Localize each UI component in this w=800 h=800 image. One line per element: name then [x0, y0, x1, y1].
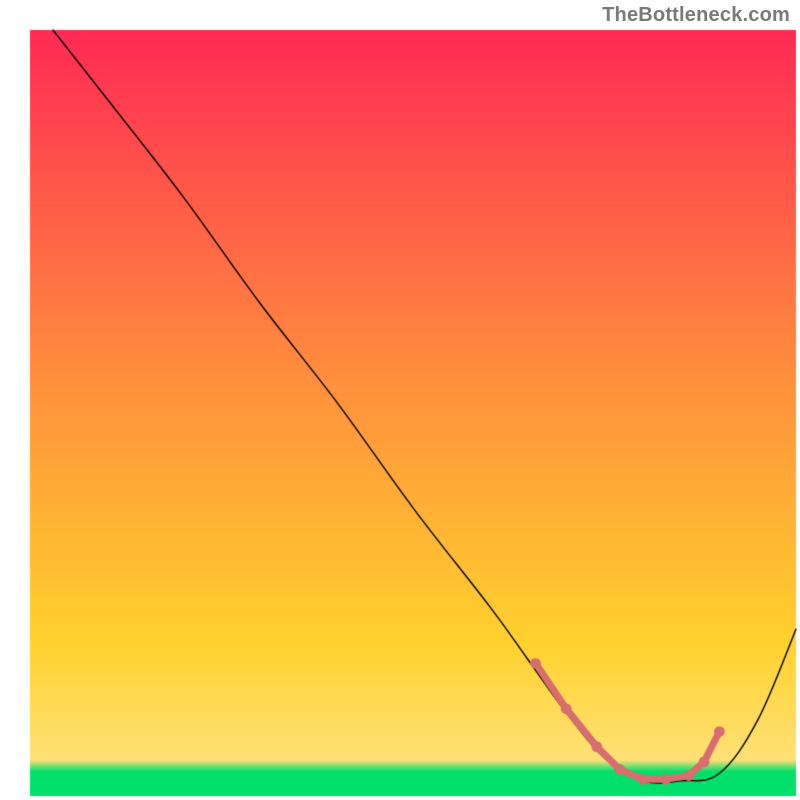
bottleneck-chart	[0, 0, 800, 800]
watermark-label: TheBottleneck.com	[602, 4, 790, 27]
